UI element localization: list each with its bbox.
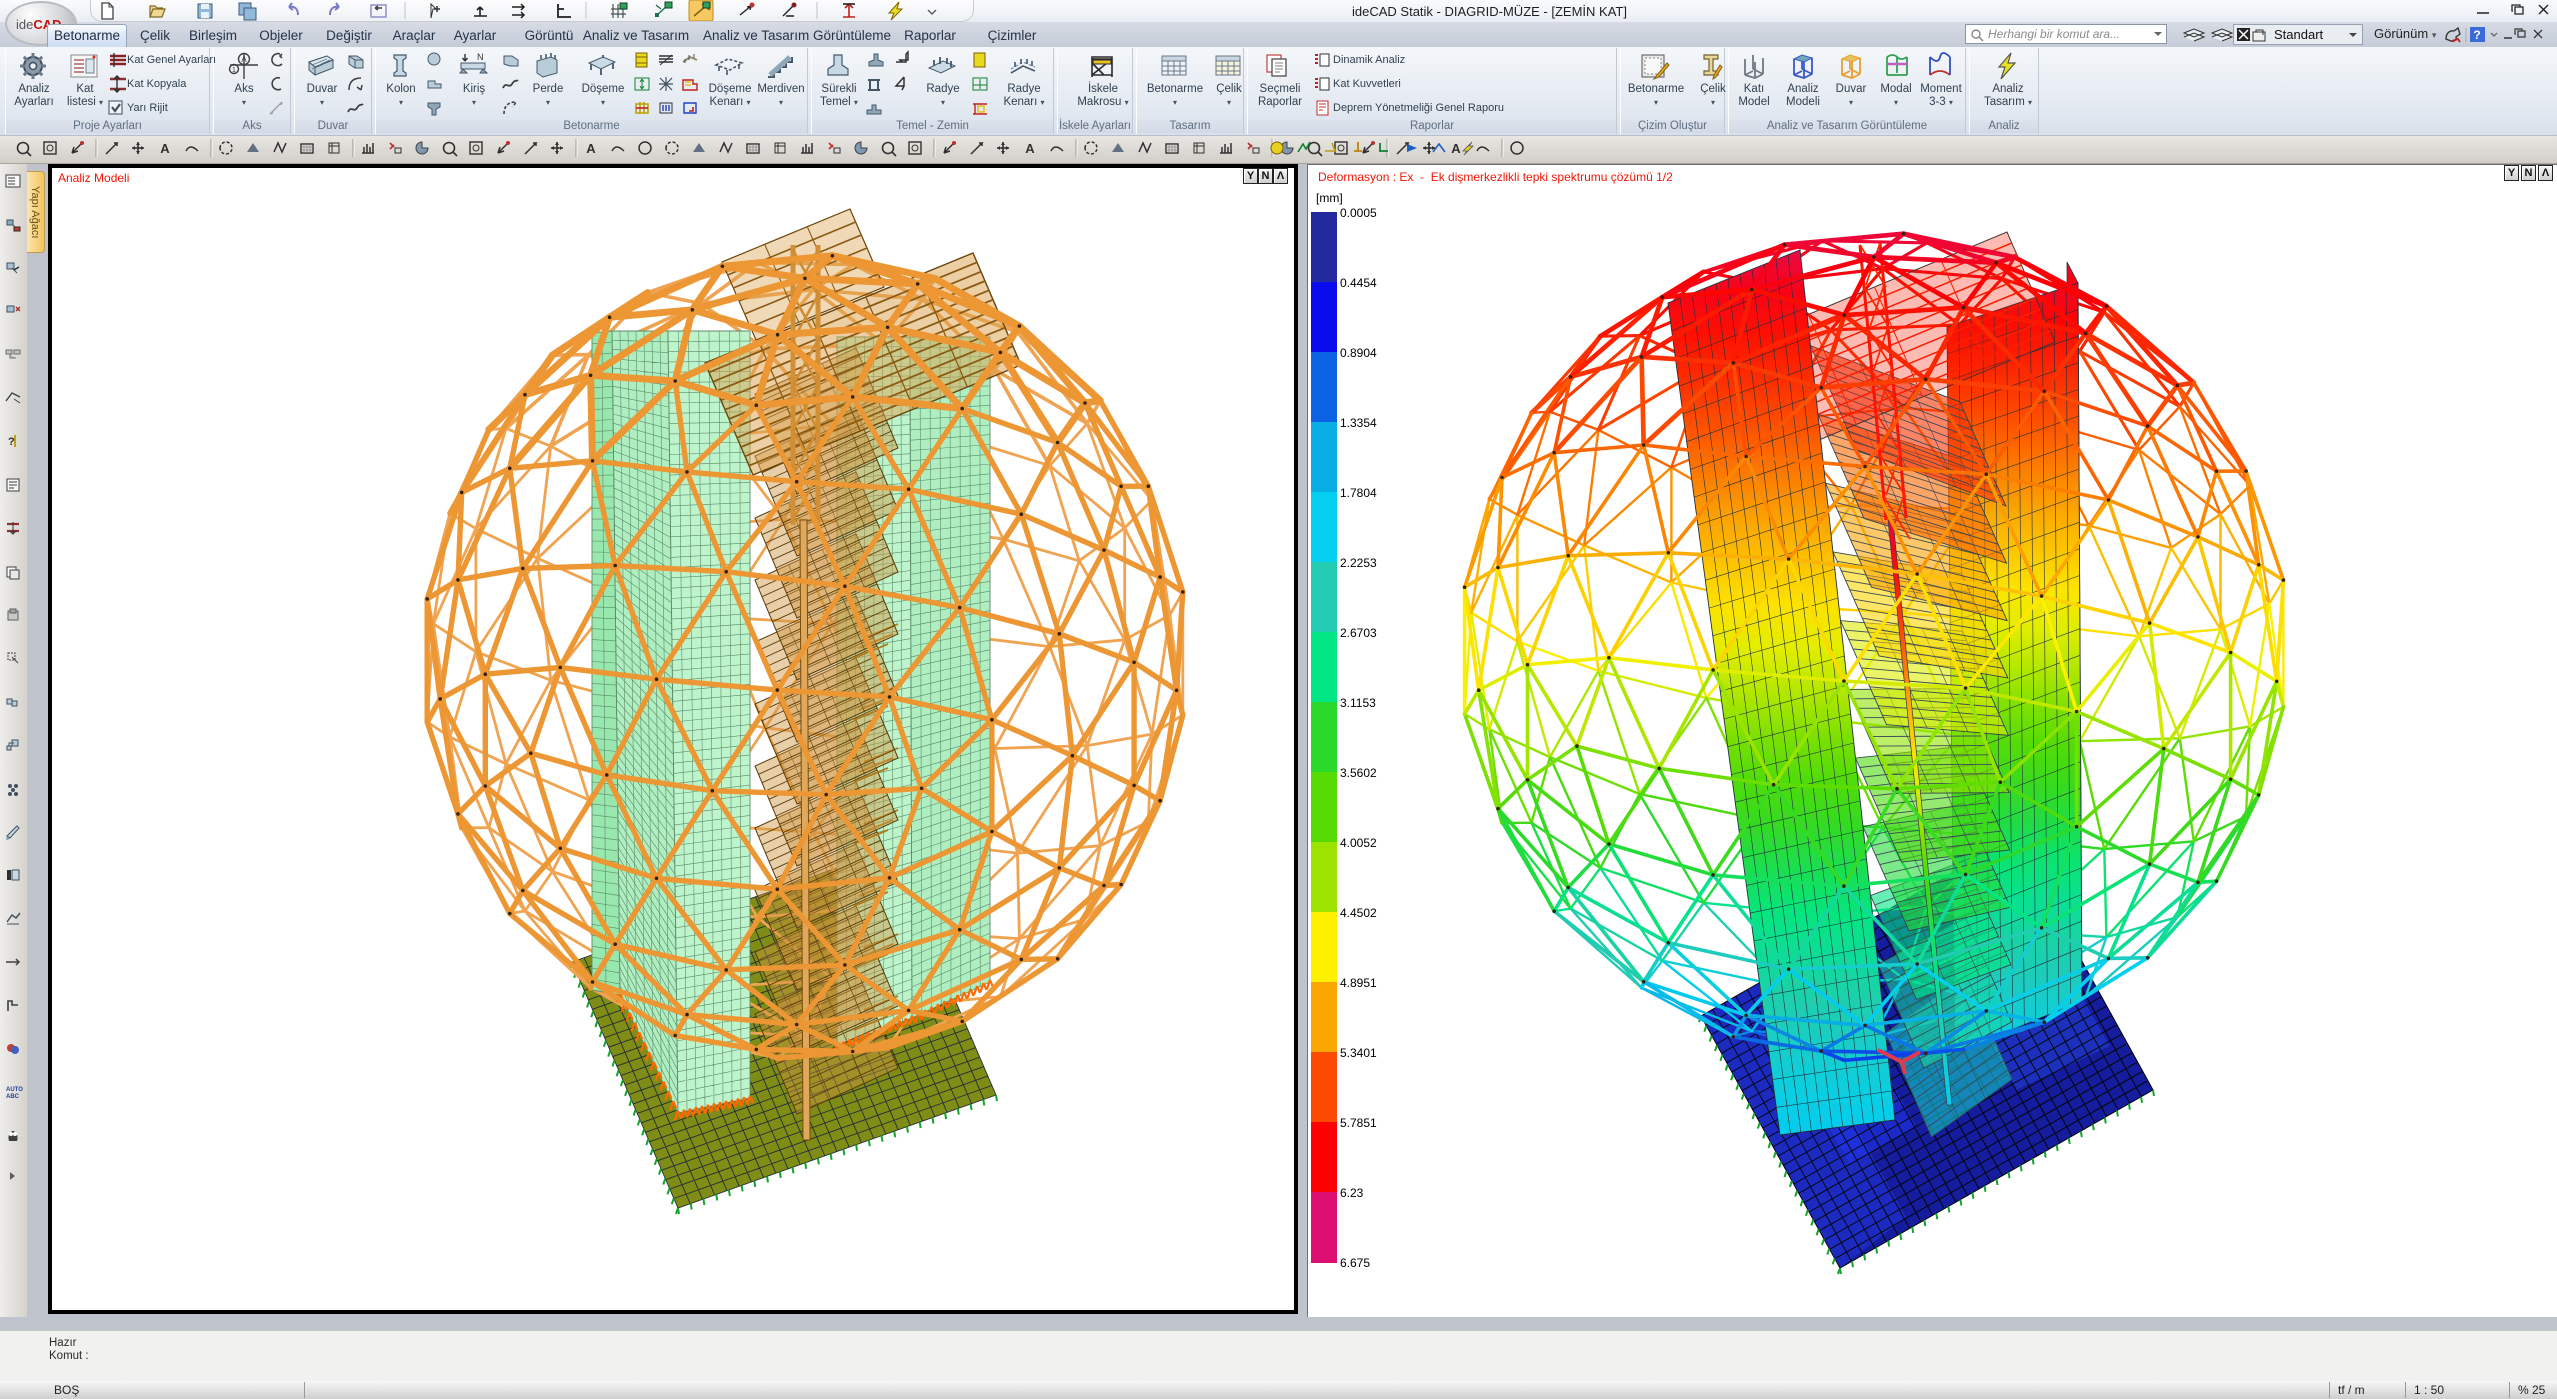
svg-text:?: ?: [8, 436, 15, 448]
svg-text:A: A: [1451, 141, 1461, 156]
svg-text:?: ?: [2473, 28, 2480, 42]
svg-text:A: A: [160, 141, 170, 156]
svg-text:A: A: [586, 141, 596, 156]
svg-text:A: A: [1025, 141, 1035, 156]
svg-text:N: N: [477, 52, 484, 62]
svg-text:1: 1: [232, 67, 236, 74]
svg-text:AUTO: AUTO: [6, 1087, 23, 1093]
svg-text:ABC: ABC: [6, 1094, 20, 1100]
